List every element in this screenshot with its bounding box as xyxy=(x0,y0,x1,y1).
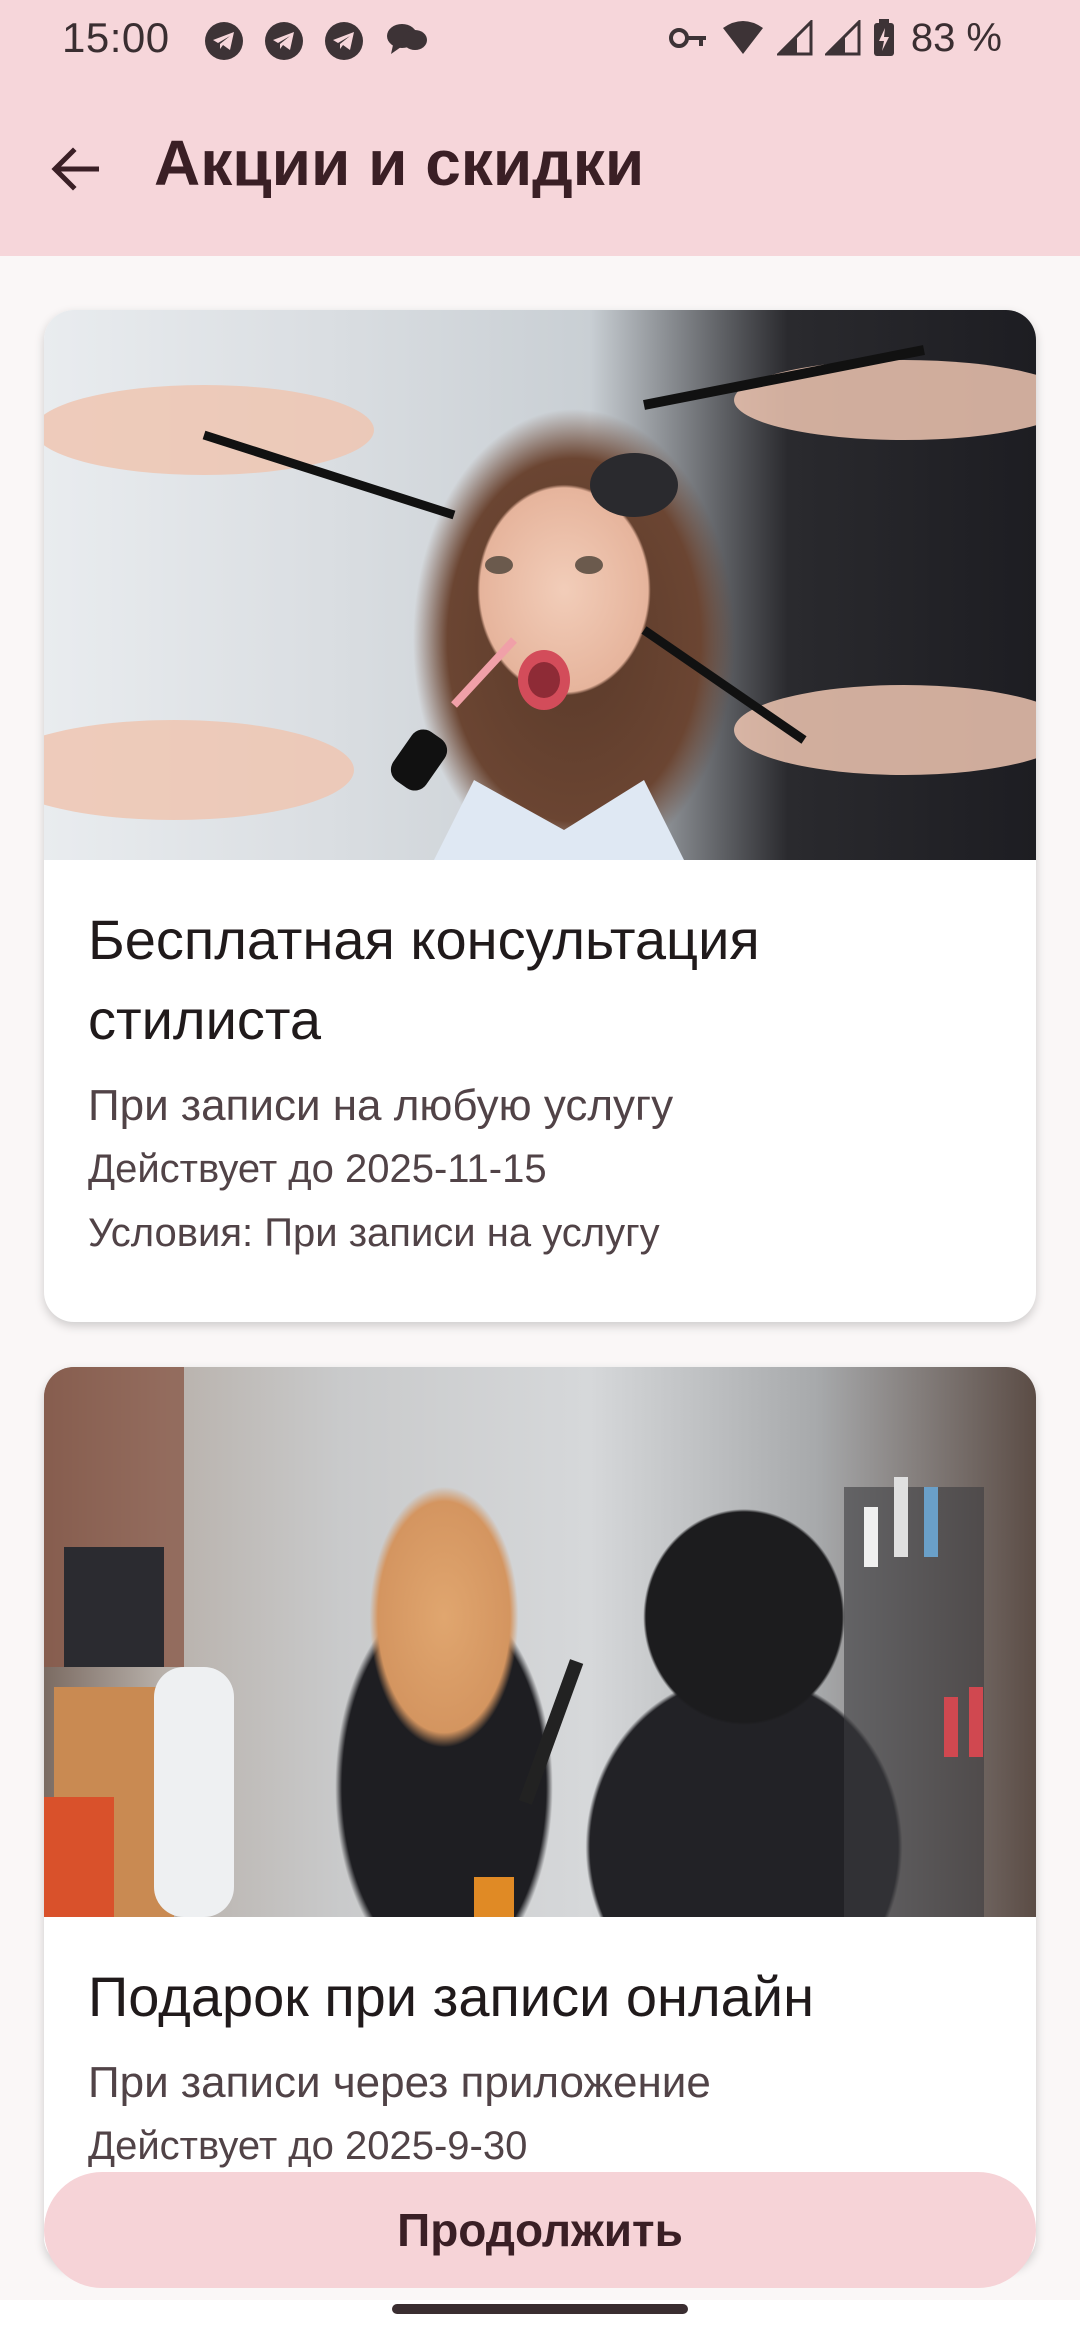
continue-button[interactable]: Продолжить xyxy=(44,2172,1036,2288)
promotion-valid-until: Действует до 2025-9-30 xyxy=(88,2124,528,2168)
status-bar: 15:00 83 % xyxy=(0,0,1080,80)
status-time: 15:00 xyxy=(62,14,170,61)
promotion-title: Бесплатная консультация стилиста xyxy=(88,908,760,1051)
promotion-description: При записи через приложение xyxy=(88,2058,711,2107)
telegram-icon xyxy=(205,22,243,60)
promotion-image xyxy=(44,1367,1036,1917)
app-bar: Акции и скидки xyxy=(0,80,1080,256)
system-status-icons: 83 % xyxy=(668,14,1002,62)
arrow-back-icon xyxy=(51,146,100,196)
page-title: Акции и скидки xyxy=(154,127,645,199)
vpn-key-icon xyxy=(668,26,709,50)
back-button[interactable] xyxy=(40,136,110,206)
wifi-icon xyxy=(721,20,765,56)
gesture-handle[interactable] xyxy=(392,2304,688,2314)
promotion-valid-until: Действует до 2025-11-15 xyxy=(88,1147,547,1191)
promotion-description: При записи на любую услугу xyxy=(88,1081,674,1130)
promotion-card[interactable]: Подарок при записи онлайн При записи чер… xyxy=(44,1367,1036,2267)
notification-icons xyxy=(205,22,429,60)
chat-bubbles-icon xyxy=(385,21,429,62)
promotion-image xyxy=(44,310,1036,860)
signal-icon xyxy=(776,20,813,56)
battery-charging-icon xyxy=(873,19,895,57)
promotion-title: Подарок при записи онлайн xyxy=(88,1965,815,2028)
battery-percent: 83 % xyxy=(910,15,1002,60)
promotion-card[interactable]: Бесплатная консультация стилиста При зап… xyxy=(44,310,1036,1322)
promotion-conditions: Условия: При записи на услугу xyxy=(88,1211,660,1255)
telegram-icon xyxy=(265,22,303,60)
signal-icon xyxy=(824,20,861,56)
telegram-icon xyxy=(325,22,363,60)
